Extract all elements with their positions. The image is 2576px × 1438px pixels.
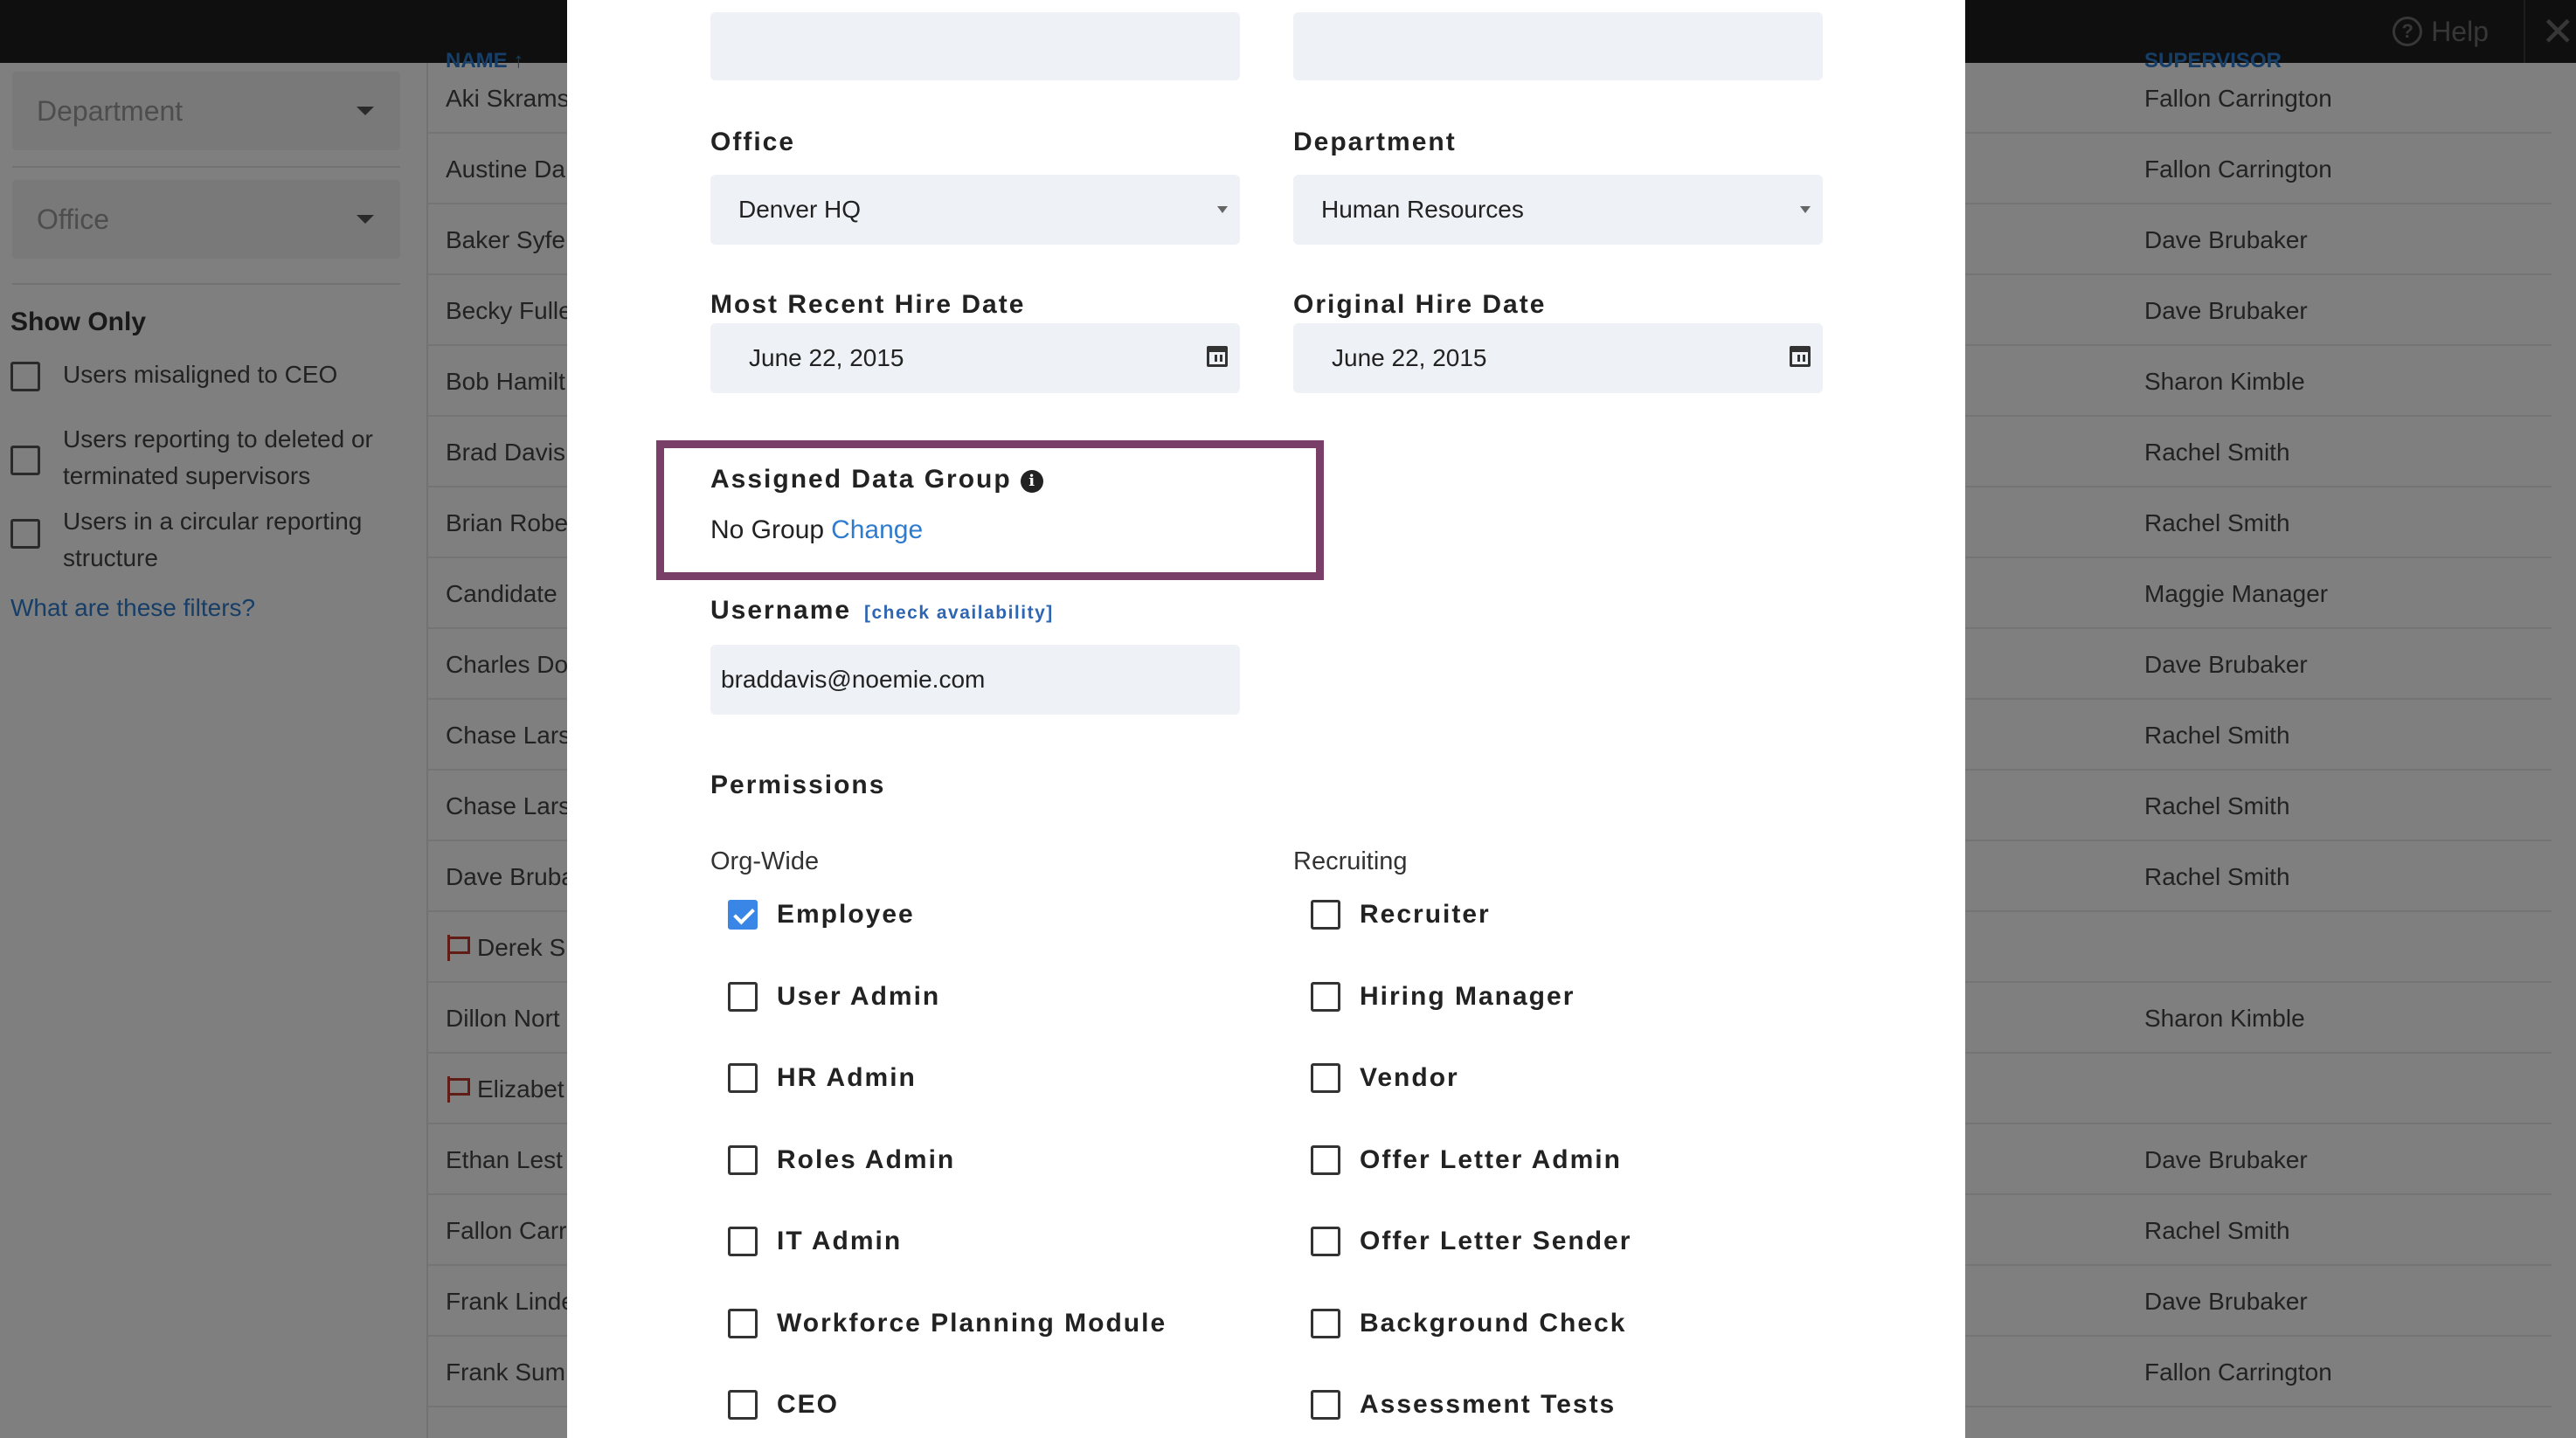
edit-user-modal: Office Denver HQ Department Human Resour… bbox=[567, 0, 1965, 1438]
department-value: Human Resources bbox=[1321, 196, 1524, 223]
permission-user-admin[interactable]: User Admin bbox=[728, 981, 941, 1012]
department-select[interactable]: Human Resources bbox=[1293, 175, 1823, 245]
text-input[interactable] bbox=[1293, 12, 1823, 80]
permission-assessment-tests[interactable]: Assessment Tests bbox=[1311, 1390, 1616, 1420]
username-value: braddavis@noemie.com bbox=[721, 666, 986, 693]
permission-roles-admin[interactable]: Roles Admin bbox=[728, 1144, 956, 1175]
permission-offer-letter-admin[interactable]: Offer Letter Admin bbox=[1311, 1144, 1622, 1175]
caret-down-icon bbox=[1217, 206, 1228, 213]
office-value: Denver HQ bbox=[738, 196, 862, 223]
most-recent-hire-date-label: Most Recent Hire Date bbox=[710, 290, 1026, 319]
checkbox[interactable] bbox=[1311, 1063, 1340, 1093]
permission-label: HR Admin bbox=[777, 1063, 917, 1092]
assigned-data-group-label: Assigned Data Group i bbox=[710, 465, 1043, 494]
permission-label: Offer Letter Sender bbox=[1360, 1227, 1632, 1255]
department-label: Department bbox=[1293, 128, 1457, 156]
permission-label: Recruiter bbox=[1360, 900, 1491, 929]
permissions-title: Permissions bbox=[710, 771, 886, 799]
org-wide-title: Org-Wide bbox=[710, 847, 820, 875]
permission-label: IT Admin bbox=[777, 1227, 903, 1255]
assigned-data-group-text: Assigned Data Group bbox=[710, 465, 1012, 494]
checkbox[interactable] bbox=[1311, 1144, 1340, 1175]
permission-label: User Admin bbox=[777, 981, 941, 1011]
text-input[interactable] bbox=[710, 12, 1240, 80]
permission-label: Background Check bbox=[1360, 1308, 1627, 1338]
most-recent-hire-date-input[interactable]: June 22, 2015 bbox=[710, 323, 1240, 393]
permission-label: Roles Admin bbox=[777, 1144, 956, 1174]
checkbox[interactable] bbox=[1311, 900, 1340, 930]
username-label: Username bbox=[710, 596, 852, 625]
checkbox[interactable] bbox=[1311, 1227, 1340, 1256]
data-group-value: No Group Change bbox=[710, 515, 923, 545]
office-select[interactable]: Denver HQ bbox=[710, 175, 1240, 245]
permission-hiring-manager[interactable]: Hiring Manager bbox=[1311, 981, 1575, 1012]
permission-offer-letter-sender[interactable]: Offer Letter Sender bbox=[1311, 1227, 1631, 1256]
calendar-icon[interactable] bbox=[1207, 346, 1228, 367]
permission-label: Assessment Tests bbox=[1360, 1390, 1617, 1419]
data-group-highlight bbox=[656, 440, 1324, 580]
permission-label: Vendor bbox=[1360, 1063, 1459, 1092]
original-hire-date-value: June 22, 2015 bbox=[1332, 344, 1487, 371]
check-availability-link[interactable]: [check availability] bbox=[864, 603, 1054, 624]
data-group-name: No Group bbox=[710, 515, 825, 544]
permission-label: Offer Letter Admin bbox=[1360, 1144, 1622, 1174]
username-input[interactable]: braddavis@noemie.com bbox=[710, 645, 1240, 715]
most-recent-hire-date-value: June 22, 2015 bbox=[749, 344, 904, 371]
permission-workforce-planning-module[interactable]: Workforce Planning Module bbox=[728, 1308, 1167, 1338]
checkbox[interactable] bbox=[1311, 1390, 1340, 1420]
permission-it-admin[interactable]: IT Admin bbox=[728, 1227, 902, 1256]
caret-down-icon bbox=[1800, 206, 1811, 213]
permission-ceo[interactable]: CEO bbox=[728, 1390, 839, 1420]
permission-label: CEO bbox=[777, 1390, 840, 1419]
permission-vendor[interactable]: Vendor bbox=[1311, 1063, 1459, 1093]
calendar-icon[interactable] bbox=[1790, 346, 1811, 367]
original-hire-date-label: Original Hire Date bbox=[1293, 290, 1547, 319]
checkbox[interactable] bbox=[728, 981, 758, 1012]
checkbox[interactable] bbox=[728, 1227, 758, 1256]
checkbox[interactable] bbox=[728, 1144, 758, 1175]
permission-background-check[interactable]: Background Check bbox=[1311, 1308, 1627, 1338]
permission-recruiter[interactable]: Recruiter bbox=[1311, 900, 1491, 930]
recruiting-title: Recruiting bbox=[1293, 847, 1408, 875]
permission-label: Workforce Planning Module bbox=[777, 1308, 1167, 1338]
permission-employee[interactable]: Employee bbox=[728, 900, 915, 930]
info-icon[interactable]: i bbox=[1020, 469, 1043, 493]
checkbox[interactable] bbox=[728, 1308, 758, 1338]
checkbox[interactable] bbox=[728, 1063, 758, 1093]
checkbox-checked[interactable] bbox=[728, 900, 758, 930]
permission-label: Employee bbox=[777, 900, 915, 929]
office-label: Office bbox=[710, 128, 796, 156]
checkbox[interactable] bbox=[1311, 1308, 1340, 1338]
checkbox[interactable] bbox=[728, 1390, 758, 1420]
permission-label: Hiring Manager bbox=[1360, 981, 1575, 1011]
change-data-group-link[interactable]: Change bbox=[831, 515, 923, 544]
permission-hr-admin[interactable]: HR Admin bbox=[728, 1063, 917, 1093]
checkbox[interactable] bbox=[1311, 981, 1340, 1012]
original-hire-date-input[interactable]: June 22, 2015 bbox=[1293, 323, 1823, 393]
